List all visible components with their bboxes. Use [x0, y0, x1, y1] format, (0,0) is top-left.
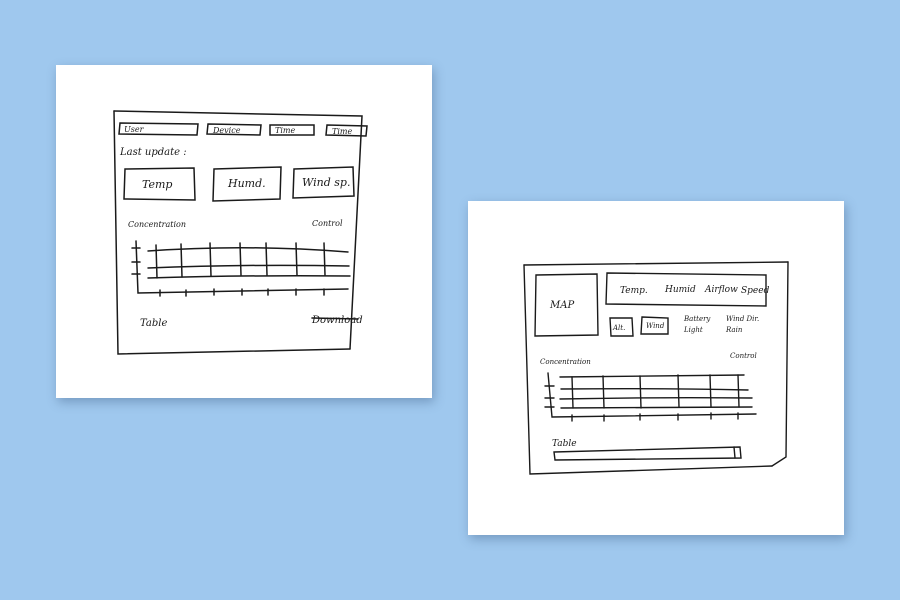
sketch-2-table-label: Table [552, 439, 577, 449]
sketch-2-chart-line-2 [560, 387, 749, 391]
sketch-2-metric-temp: Temp. [620, 286, 648, 296]
sketch-1-download-label: Download [311, 315, 363, 326]
sketch-2-metric-humid: Humid [664, 285, 696, 295]
sketch-1-card-temp-label: Temp [142, 178, 172, 191]
sketch-2-metric-light: Light [683, 326, 703, 334]
sketch-1-card-humd-label: Humd. [227, 177, 266, 190]
sketch-sheet-2: MAP Temp. Humid Airflow Speed Alt. Wind … [468, 201, 844, 535]
sketch-1-drawing: User Device Time Time Last update : Temp… [113, 110, 368, 355]
sketch-2-drawing: MAP Temp. Humid Airflow Speed Alt. Wind … [523, 261, 789, 475]
sketch-2-chart-line-4 [560, 406, 753, 409]
sketch-2-button-wind: Wind [646, 322, 665, 330]
sketch-1-last-update-label: Last update : [119, 147, 187, 158]
sketch-sheet-1: User Device Time Time Last update : Temp… [56, 65, 432, 398]
sketch-1-table-label: Table [140, 318, 167, 329]
sketch-2-control-label: Control [730, 352, 757, 360]
sketch-2-table-scroll-marker [733, 446, 736, 459]
sketch-2-frame-right [771, 261, 789, 467]
sketch-1-filter-time-2: Time [332, 127, 352, 136]
sketch-2-table-bar [553, 446, 742, 461]
sketch-2-metric-speed: Speed [741, 286, 770, 296]
sketch-2-concentration-label: Concentration [540, 358, 591, 366]
sketch-2-chart-line-3 [559, 396, 753, 400]
sketch-2-metric-airflow: Airflow [704, 285, 738, 295]
sketch-1-filter-device: Device [212, 126, 241, 135]
sketch-2-chart-line-1 [559, 374, 745, 378]
sketch-1-chart-line-2 [147, 264, 350, 269]
sketch-2-frame-top [523, 261, 789, 266]
sketch-1-chart-line-1 [147, 246, 349, 253]
sketch-1-concentration-label: Concentration [128, 220, 186, 229]
sketch-2-button-alt: Alt. [612, 324, 625, 332]
sketch-2-metric-rain: Rain [725, 326, 743, 334]
sketch-1-control-label: Control [312, 219, 343, 228]
sketch-1-chart-verticals [155, 242, 326, 279]
sketch-1-filter-time-1: Time [275, 126, 295, 135]
sketch-2-chart-axes [547, 372, 757, 418]
sketch-2-metric-battery: Battery [683, 315, 711, 323]
sketch-1-chart-line-3 [147, 275, 351, 279]
sketch-2-map-label: MAP [549, 300, 574, 311]
sketch-2-metric-wind-dir: Wind Dir. [726, 315, 759, 323]
sketch-1-card-wind-label: Wind sp. [302, 176, 350, 189]
sketch-2-chart-verticals [571, 374, 740, 409]
sketch-1-filter-user: User [124, 125, 145, 134]
